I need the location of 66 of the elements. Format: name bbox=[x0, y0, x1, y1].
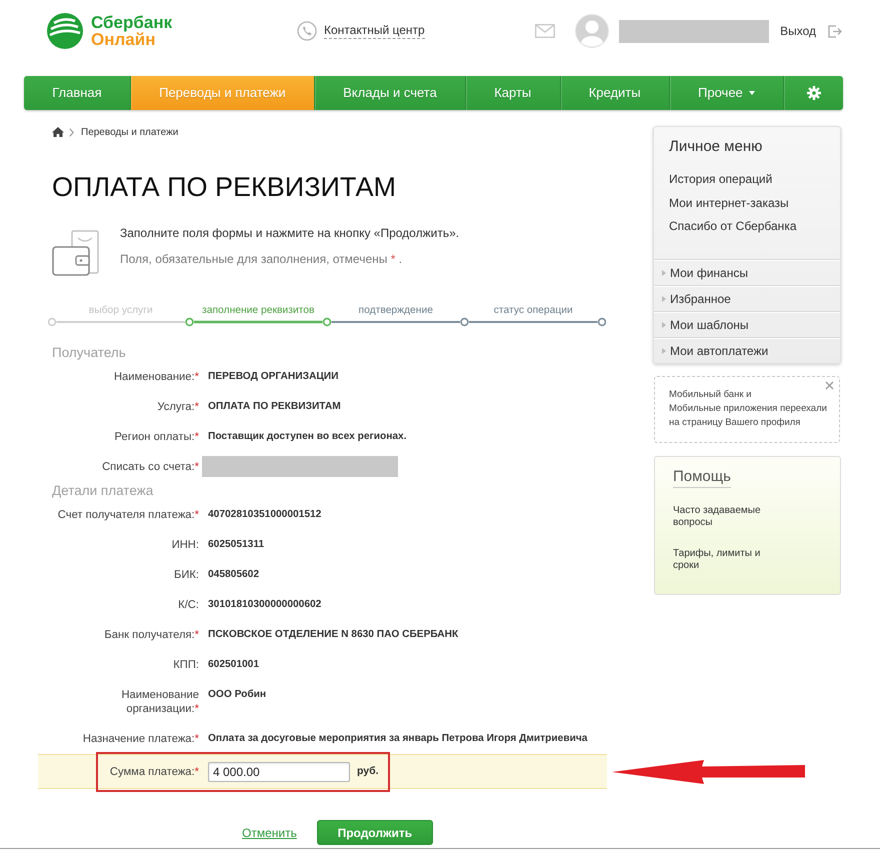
field-label: Счет получателя платежа:* bbox=[56, 508, 199, 522]
section-title: Детали платежа bbox=[51, 482, 154, 500]
contact-center-link[interactable]: Контактный центр bbox=[324, 23, 425, 39]
field-label: Услуга:* bbox=[156, 400, 199, 414]
amount-field[interactable]: 4 000.00 bbox=[208, 762, 350, 782]
field-value: 602501001 bbox=[208, 658, 259, 672]
step-label: подтверждение bbox=[358, 304, 434, 317]
field-value: ПЕРЕВОД ОРГАНИЗАЦИИ bbox=[208, 370, 338, 384]
step-label: статус операции bbox=[492, 304, 574, 317]
menu-link[interactable]: Спасибо от Сбербанка bbox=[669, 219, 796, 233]
instruction-text: Заполните поля формы и нажмите на кнопку «Продолжить». bbox=[120, 226, 460, 240]
field-label: Сумма платежа:* bbox=[108, 764, 199, 778]
exit-icon bbox=[828, 24, 842, 38]
field-value: 30101810300000000602 bbox=[208, 598, 322, 612]
field-value: Поставщик доступен во всех регионах. bbox=[208, 430, 407, 444]
caret-icon bbox=[748, 91, 755, 95]
section-title: Получатель bbox=[51, 344, 127, 362]
phone-icon bbox=[297, 21, 317, 41]
panel-title: Личное меню bbox=[668, 137, 764, 157]
field-label: Наименование:* bbox=[112, 370, 199, 384]
field-value: 045805602 bbox=[208, 568, 259, 582]
field-label: КПП: bbox=[172, 658, 199, 672]
breadcrumb-link[interactable]: Переводы и платежи bbox=[81, 124, 178, 140]
panel-title: Помощь bbox=[673, 467, 731, 488]
logo-text: Онлайн bbox=[91, 31, 156, 48]
page-title: ОПЛАТА ПО РЕКВИЗИТАМ bbox=[52, 172, 398, 202]
field-value: Оплата за досуговые мероприятия за январь Петрова Игоря Дмитриевича bbox=[208, 732, 588, 746]
step-label: заполнение реквизитов bbox=[201, 304, 316, 317]
close-icon[interactable] bbox=[825, 381, 834, 390]
notice-text: Мобильный банк и Мобильные приложения переехали на страницу Вашего профиля bbox=[669, 388, 828, 430]
field-label: Назначение платежа:* bbox=[82, 732, 199, 746]
home-icon bbox=[52, 127, 64, 137]
field-label: ИНН: bbox=[170, 538, 199, 552]
menu-section-item[interactable]: Мои автоплатежи bbox=[654, 337, 840, 363]
avatar-icon bbox=[575, 14, 610, 48]
logo-icon bbox=[47, 13, 83, 49]
help-link[interactable]: Тарифы, лимиты и сроки bbox=[673, 548, 769, 572]
menu-section-item[interactable]: Избранное bbox=[654, 285, 840, 311]
field-value: ПСКОВСКОЕ ОТДЕЛЕНИЕ N 8630 ПАО СБЕРБАНК bbox=[208, 628, 458, 642]
help-link[interactable]: Часто задаваемые вопросы bbox=[673, 505, 769, 529]
required-note: Поля, обязательные для заполнения, отмечены * . bbox=[120, 252, 404, 266]
field-value: 6025051311 bbox=[208, 538, 264, 552]
logo-text: Сбербанк bbox=[91, 14, 172, 31]
notice-link[interactable]: Мобильный банк bbox=[669, 389, 744, 400]
settings-icon bbox=[806, 86, 821, 100]
cancel-link[interactable]: Отменить bbox=[242, 824, 297, 842]
currency-label: руб. bbox=[357, 764, 379, 779]
menu-section-item[interactable]: Мои шаблоны bbox=[654, 311, 840, 337]
notice-link[interactable]: Мобильные приложения bbox=[669, 403, 778, 414]
menu-link[interactable]: Мои интернет-заказы bbox=[669, 196, 789, 210]
menu-link[interactable]: История операций bbox=[669, 172, 772, 186]
step-label: выбор услуги bbox=[88, 304, 154, 317]
field-value: ООО Робин bbox=[208, 688, 266, 702]
field-value: 40702810351000001512 bbox=[208, 508, 322, 522]
field-label: Наименование организации:* bbox=[120, 688, 199, 716]
chevron-icon bbox=[69, 128, 74, 136]
field-label: Банк получателя:* bbox=[103, 628, 199, 642]
logout-link[interactable]: Выход bbox=[780, 22, 842, 40]
wallet-icon bbox=[52, 230, 100, 276]
field-value: ОПЛАТА ПО РЕКВИЗИТАМ bbox=[208, 400, 341, 414]
field-label: Регион оплаты:* bbox=[114, 430, 199, 444]
field-label: К/С: bbox=[177, 598, 199, 612]
field-label: БИК: bbox=[172, 568, 199, 582]
field-label: Списать со счета:* bbox=[101, 460, 199, 474]
menu-section-item[interactable]: Мои финансы bbox=[654, 259, 840, 285]
mail-icon[interactable] bbox=[535, 24, 556, 38]
